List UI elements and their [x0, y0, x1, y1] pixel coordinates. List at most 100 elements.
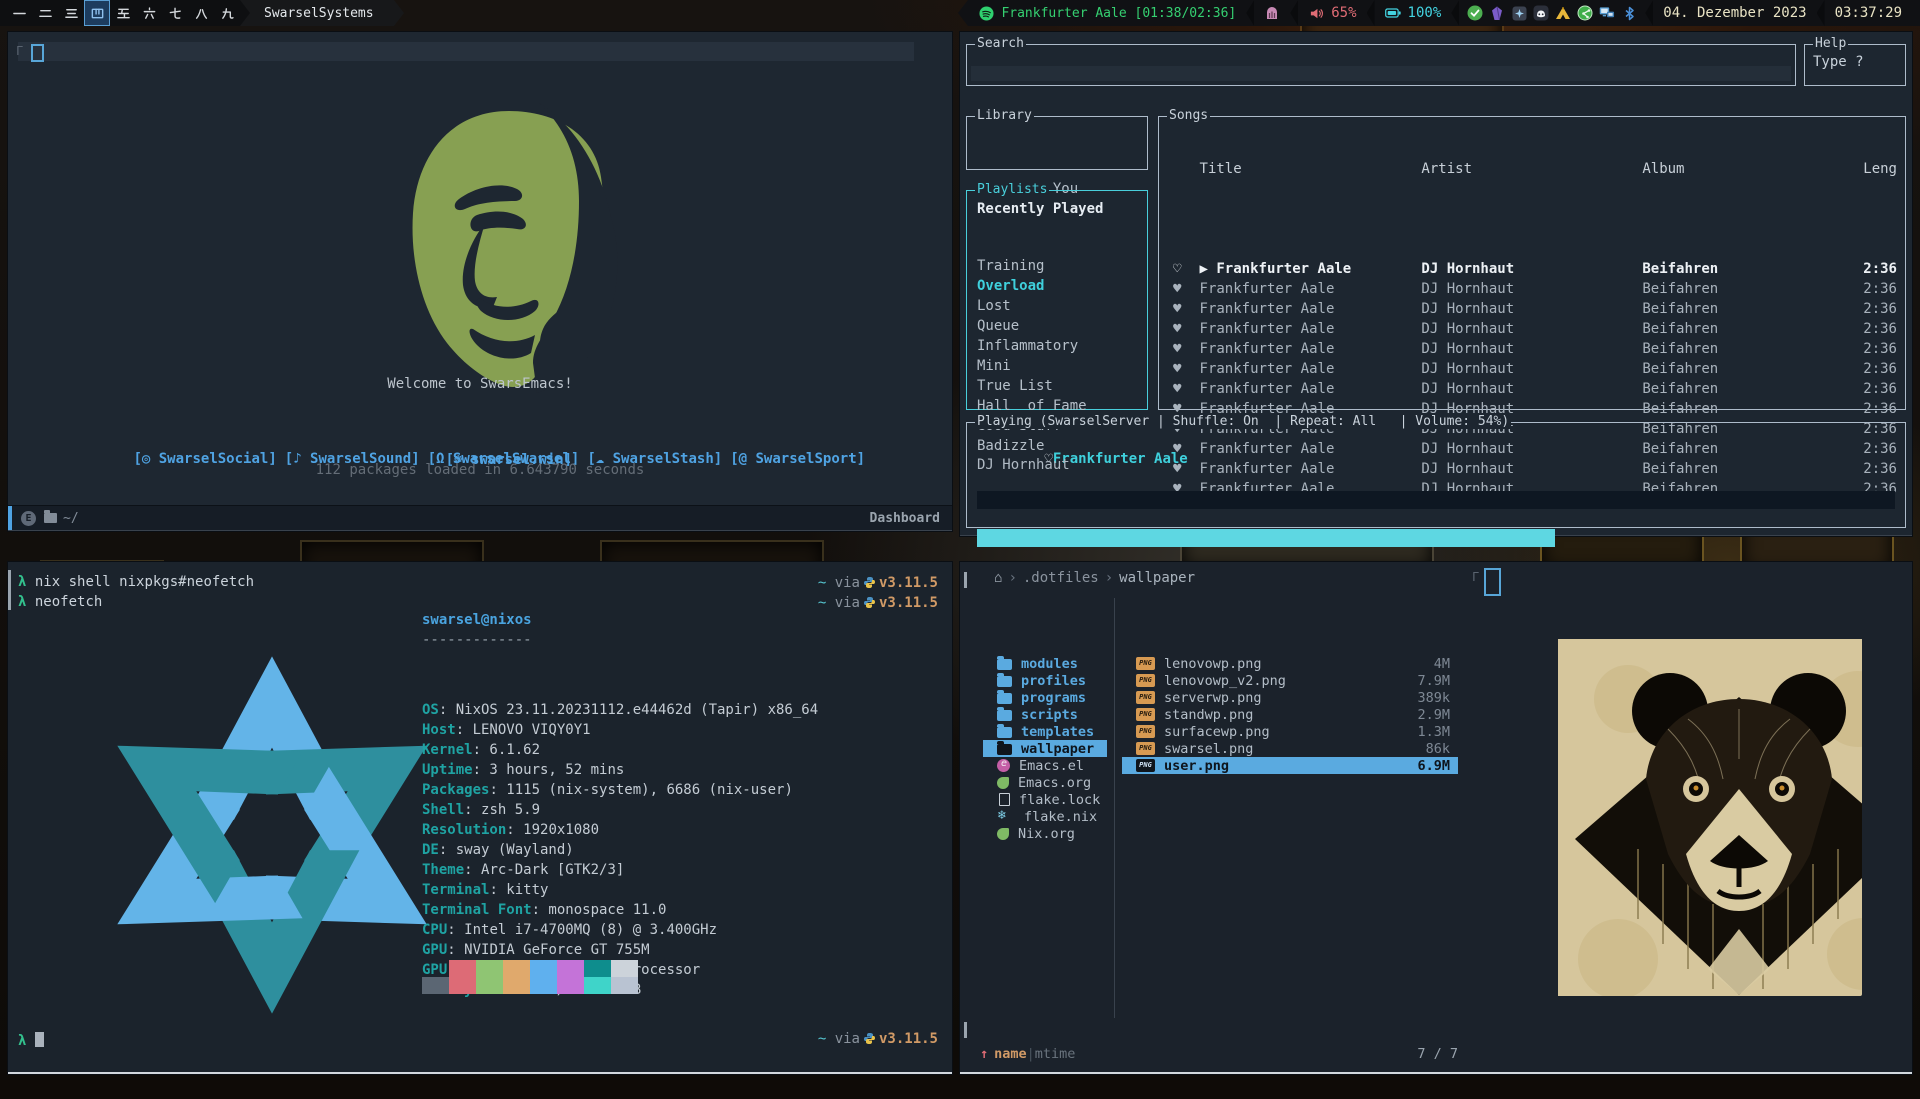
palette-swatch [422, 977, 449, 994]
playlist-item[interactable]: Queue [967, 316, 1147, 336]
favorite-heart-icon[interactable]: ♥ [1165, 339, 1200, 359]
volume-module[interactable]: 65% [1298, 0, 1366, 26]
palette-swatch [584, 960, 611, 977]
sort-field[interactable]: name [994, 1046, 1027, 1062]
neofetch-entry: Resolution: 1920x1080 [422, 820, 818, 840]
col-title[interactable]: Title [1200, 159, 1422, 179]
song-row[interactable]: ♥ Frankfurter Aale DJ Hornhaut Beifahren… [1165, 359, 1897, 379]
playlist-item[interactable]: Overload [967, 276, 1147, 296]
playlist-item[interactable]: Lost [967, 296, 1147, 316]
file-size: 6.9M [1417, 758, 1450, 774]
file-row[interactable]: PNG serverwp.png 389k [1122, 689, 1458, 706]
right-prompt: ~ viav3.11.5 [818, 1030, 938, 1047]
palette-swatch [611, 960, 638, 977]
file-row[interactable]: Emacs.el [983, 757, 1107, 774]
music-app-module[interactable] [1254, 0, 1290, 26]
playlist-item[interactable]: Inflammatory [967, 336, 1147, 356]
status-bar: SwarselSystems Frankfurter Aale [01:38/0… [0, 0, 1920, 26]
song-row[interactable]: ♡ ▶ Frankfurter Aale DJ Hornhaut Beifahr… [1165, 259, 1897, 279]
song-row[interactable]: ♥ Frankfurter Aale DJ Hornhaut Beifahren… [1165, 339, 1897, 359]
file-row[interactable]: PNG lenovowp.png 4M [1122, 655, 1458, 672]
favorite-heart-icon[interactable]: ♥ [1165, 299, 1200, 319]
file-row[interactable]: Nix.org [983, 825, 1107, 842]
workspace-3[interactable] [58, 0, 84, 26]
discord-icon[interactable] [1533, 5, 1549, 21]
date-module[interactable]: 04. Dezember 2023 [1653, 0, 1816, 26]
seek-bar-fill [977, 529, 1555, 547]
time-text: 03:37:29 [1835, 5, 1902, 21]
col-artist[interactable]: Artist [1421, 159, 1642, 179]
file-icon [999, 793, 1010, 806]
file-row[interactable]: wallpaper [983, 740, 1107, 757]
modeline-major-mode: Dashboard [870, 511, 940, 526]
now-playing-module[interactable]: Frankfurter Aale [01:38/02:36] [968, 0, 1246, 26]
playlist-item[interactable]: True List [967, 376, 1147, 396]
file-icon [997, 659, 1012, 670]
neofetch-separator: ------------- [422, 632, 532, 648]
songs-box-label: Songs [1167, 108, 1210, 123]
song-title: Frankfurter Aale [1200, 321, 1335, 337]
battery-module[interactable]: 100% [1375, 0, 1452, 26]
tent-icon[interactable] [1555, 5, 1571, 21]
file-row[interactable]: Emacs.org [983, 774, 1107, 791]
song-row[interactable]: ♥ Frankfurter Aale DJ Hornhaut Beifahren… [1165, 379, 1897, 399]
bluetooth-icon[interactable] [1621, 5, 1637, 21]
file-row[interactable]: scripts [983, 706, 1107, 723]
song-row[interactable]: ♥ Frankfurter Aale DJ Hornhaut Beifahren… [1165, 319, 1897, 339]
song-title: Frankfurter Aale [1216, 261, 1351, 277]
network-icon[interactable] [1599, 5, 1615, 21]
songs-box: Songs Title Artist Album Leng ♡ ▶ Frankf… [1158, 116, 1906, 410]
workspace-6[interactable] [136, 0, 162, 26]
sort-field-secondary[interactable]: mtime [1035, 1046, 1076, 1062]
search-box[interactable]: Search [966, 44, 1796, 86]
breadcrumb-current[interactable]: wallpaper [1119, 570, 1195, 586]
playlist-item[interactable]: Training [967, 256, 1147, 276]
workspace-8[interactable] [188, 0, 214, 26]
song-artist: DJ Hornhaut [1421, 339, 1642, 359]
file-row[interactable]: PNG standwp.png 2.9M [1122, 706, 1458, 723]
file-row[interactable]: PNG user.png 6.9M [1122, 757, 1458, 774]
file-row[interactable]: PNG surfacewp.png 1.3M [1122, 723, 1458, 740]
workspace-5[interactable] [110, 0, 136, 26]
file-row[interactable]: flake.lock [983, 791, 1107, 808]
preview-corner-mark: Γ [1472, 570, 1479, 584]
favorite-heart-icon[interactable]: ♥ [1165, 379, 1200, 399]
clock-module[interactable]: 03:37:29 [1825, 0, 1912, 26]
file-row[interactable]: programs [983, 689, 1107, 706]
syncthing-icon[interactable] [1577, 5, 1593, 21]
song-row[interactable]: ♥ Frankfurter Aale DJ Hornhaut Beifahren… [1165, 299, 1897, 319]
file-icon [997, 828, 1009, 840]
col-length[interactable]: Leng [1863, 159, 1897, 179]
file-row[interactable]: PNG swarsel.png 86k [1122, 740, 1458, 757]
workspace-1[interactable] [6, 0, 32, 26]
workspace-2[interactable] [32, 0, 58, 26]
song-album: Beifahren [1642, 319, 1863, 339]
workspace-7[interactable] [162, 0, 188, 26]
workspace-9[interactable] [214, 0, 240, 26]
file-row[interactable]: templates [983, 723, 1107, 740]
file-row[interactable]: modules [983, 655, 1107, 672]
sort-direction-icon[interactable]: ↑ [980, 1046, 988, 1062]
playing-box: Playing (SwarselServer | Shuffle: On | R… [966, 422, 1906, 528]
favorite-heart-icon[interactable]: ♡ [1165, 259, 1200, 279]
favorite-heart-icon[interactable]: ♥ [1165, 359, 1200, 379]
col-album[interactable]: Album [1642, 159, 1863, 179]
playlist-item[interactable]: Mini [967, 356, 1147, 376]
seek-bar[interactable] [977, 491, 1895, 509]
steam-icon[interactable] [1511, 5, 1527, 21]
favorite-heart-icon[interactable]: ♥ [1165, 279, 1200, 299]
file-row[interactable]: PNG lenovowp_v2.png 7.9M [1122, 672, 1458, 689]
breadcrumb-parent[interactable]: .dotfiles [1023, 570, 1099, 586]
file-row[interactable]: flake.nix [983, 808, 1107, 825]
workspace-4-active[interactable] [84, 0, 110, 26]
file-row[interactable]: profiles [983, 672, 1107, 689]
file-icon [997, 676, 1012, 687]
song-row[interactable]: ♥ Frankfurter Aale DJ Hornhaut Beifahren… [1165, 279, 1897, 299]
search-input[interactable] [971, 66, 1791, 81]
file-name: standwp.png [1164, 707, 1417, 723]
favorite-heart-icon[interactable]: ♥ [1165, 319, 1200, 339]
playlist-item[interactable]: Hall of Fame [967, 396, 1147, 416]
bear-artwork-preview [1500, 620, 1862, 996]
check-icon[interactable] [1467, 5, 1483, 21]
gem-icon[interactable] [1489, 5, 1505, 21]
